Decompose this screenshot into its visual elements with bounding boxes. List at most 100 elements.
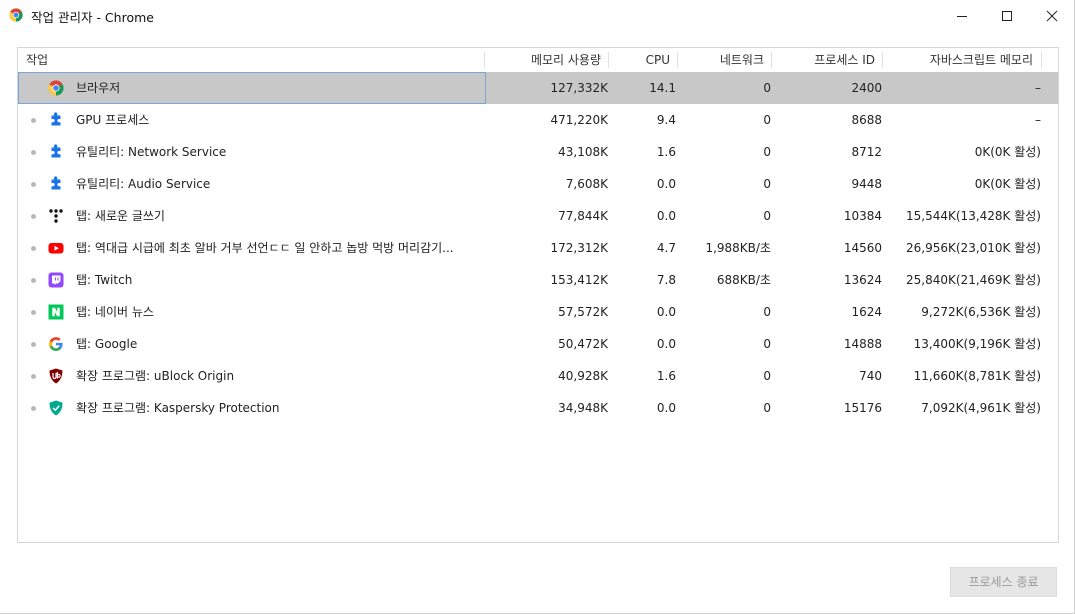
column-header-cpu[interactable]: CPU — [618, 48, 670, 72]
table-row[interactable]: 확장 프로그램: uBlock Origin 40,928K 1.6 0 740… — [18, 360, 1058, 392]
column-separator[interactable] — [484, 52, 485, 68]
table-row[interactable]: 탭: 새로운 글쓰기 77,844K 0.0 0 10384 15,544K(1… — [18, 200, 1058, 232]
close-icon — [1046, 10, 1058, 21]
title-bar[interactable]: 작업 관리자 - Chrome — [0, 0, 1074, 31]
bullet-dot — [31, 310, 36, 315]
cpu-value: 9.4 — [656, 113, 676, 127]
cpu-value: 0.0 — [656, 305, 676, 319]
task-name: 탭: Google — [76, 337, 138, 351]
task-name: 확장 프로그램: Kaspersky Protection — [76, 401, 280, 415]
task-name: GPU 프로세스 — [76, 113, 150, 127]
kaspersky-icon — [49, 400, 63, 416]
task-name: 탭: 새로운 글쓰기 — [76, 209, 165, 223]
column-header-memory[interactable]: 메모리 사용량 — [498, 48, 601, 72]
table-row[interactable]: 유틸리티: Network Service 43,108K 1.6 0 8712… — [18, 136, 1058, 168]
puzzle-icon — [51, 112, 61, 126]
cpu-value: 0.0 — [656, 337, 676, 351]
column-separator[interactable] — [1041, 52, 1042, 68]
cpu-value: 1.6 — [656, 369, 676, 383]
pid-value: 15176 — [843, 401, 882, 415]
memory-value: 77,844K — [558, 209, 608, 223]
column-separator[interactable] — [608, 52, 609, 68]
network-value: 0 — [763, 113, 771, 127]
pid-value: 1624 — [851, 305, 882, 319]
window-title: 작업 관리자 - Chrome — [31, 10, 154, 25]
memory-value: 127,332K — [550, 81, 609, 95]
task-manager-window: 작업 관리자 - Chrome 작업 메모리 사용량 CPU 네트워크 프로세스… — [0, 0, 1075, 614]
pid-value: 8688 — [851, 113, 882, 127]
js-memory-value: 13,400K(9,196K 활성) — [913, 337, 1041, 351]
js-memory-value: 0K(0K 활성) — [974, 145, 1041, 159]
table-row[interactable]: 브라우저 127,332K 14.1 0 2400 – — [18, 72, 1058, 104]
task-table[interactable]: 작업 메모리 사용량 CPU 네트워크 프로세스 ID 자바스크립트 메모리 브… — [17, 47, 1059, 543]
network-value: 0 — [763, 145, 771, 159]
cpu-value: 0.0 — [656, 401, 676, 415]
js-memory-value: – — [1035, 113, 1041, 127]
bullet-dot — [31, 278, 36, 283]
task-name: 확장 프로그램: uBlock Origin — [76, 369, 235, 383]
table-row[interactable]: GPU 프로세스 471,220K 9.4 0 8688 – — [18, 104, 1058, 136]
bullet-dot — [31, 150, 36, 155]
js-memory-value: – — [1035, 81, 1041, 95]
network-value: 0 — [763, 177, 771, 191]
cpu-value: 0.0 — [656, 177, 676, 191]
network-value: 1,988KB/초 — [705, 241, 771, 255]
table-header: 작업 메모리 사용량 CPU 네트워크 프로세스 ID 자바스크립트 메모리 — [18, 48, 1058, 73]
cpu-value: 4.7 — [656, 241, 676, 255]
dots-logo-icon — [49, 209, 63, 223]
task-name: 탭: 네이버 뉴스 — [76, 305, 154, 319]
memory-value: 57,572K — [558, 305, 608, 319]
js-memory-value: 25,840K(21,469K 활성) — [906, 273, 1041, 287]
network-value: 0 — [763, 369, 771, 383]
js-memory-value: 11,660K(8,781K 활성) — [913, 369, 1041, 383]
close-button[interactable] — [1029, 0, 1075, 31]
column-separator[interactable] — [882, 52, 883, 68]
cpu-value: 14.1 — [649, 81, 676, 95]
column-header-js-memory[interactable]: 자바스크립트 메모리 — [888, 48, 1033, 72]
table-row[interactable]: 탭: 네이버 뉴스 57,572K 0.0 0 1624 9,272K(6,53… — [18, 296, 1058, 328]
puzzle-icon — [51, 176, 61, 190]
table-row[interactable]: 확장 프로그램: Kaspersky Protection 34,948K 0.… — [18, 392, 1058, 424]
end-process-button[interactable]: 프로세스 종료 — [950, 567, 1057, 597]
pid-value: 2400 — [851, 81, 882, 95]
network-value: 0 — [763, 209, 771, 223]
pid-value: 14560 — [843, 241, 882, 255]
bullet-dot — [31, 342, 36, 347]
task-name: 탭: Twitch — [76, 273, 133, 287]
column-header-network[interactable]: 네트워크 — [678, 48, 764, 72]
maximize-button[interactable] — [984, 0, 1030, 31]
column-separator[interactable] — [771, 52, 772, 68]
task-name: 유틸리티: Audio Service — [76, 177, 211, 191]
table-row[interactable]: 탭: Twitch 153,412K 7.8 688KB/초 13624 25,… — [18, 264, 1058, 296]
memory-value: 50,472K — [558, 337, 608, 351]
google-icon — [49, 337, 63, 351]
pid-value: 10384 — [843, 209, 882, 223]
cpu-value: 1.6 — [656, 145, 676, 159]
cpu-value: 0.0 — [656, 209, 676, 223]
table-row[interactable]: 탭: 역대급 시급에 최초 알바 거부 선언ㄷㄷ 일 안하고 놉방 먹방 머리감… — [18, 232, 1058, 264]
network-value: 0 — [763, 81, 771, 95]
bullet-dot — [31, 406, 36, 411]
table-row[interactable]: 탭: Google 50,472K 0.0 0 14888 13,400K(9,… — [18, 328, 1058, 360]
pid-value: 13624 — [843, 273, 882, 287]
youtube-icon — [48, 243, 64, 254]
minimize-button[interactable] — [939, 0, 985, 31]
network-value: 688KB/초 — [716, 273, 771, 287]
minimize-icon — [957, 15, 967, 17]
bullet-dot — [31, 182, 36, 187]
memory-value: 172,312K — [550, 241, 609, 255]
network-value: 0 — [763, 305, 771, 319]
memory-value: 471,220K — [550, 113, 609, 127]
column-header-task[interactable]: 작업 — [26, 48, 48, 72]
js-memory-value: 9,272K(6,536K 활성) — [921, 305, 1041, 319]
js-memory-value: 0K(0K 활성) — [974, 177, 1041, 191]
pid-value: 740 — [859, 369, 882, 383]
ublock-icon — [49, 368, 63, 384]
memory-value: 40,928K — [558, 369, 608, 383]
maximize-icon — [1002, 10, 1012, 21]
network-value: 0 — [763, 401, 771, 415]
table-row[interactable]: 유틸리티: Audio Service 7,608K 0.0 0 9448 0K… — [18, 168, 1058, 200]
memory-value: 43,108K — [558, 145, 608, 159]
column-header-pid[interactable]: 프로세스 ID — [778, 48, 875, 72]
network-value: 0 — [763, 337, 771, 351]
